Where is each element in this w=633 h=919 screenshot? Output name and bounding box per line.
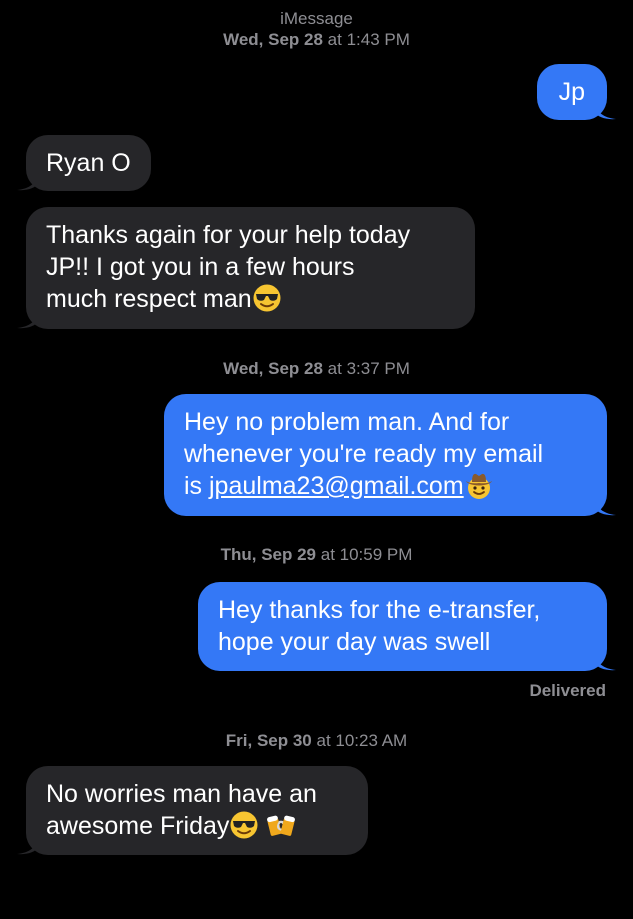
message-line: hope your day was swell	[218, 628, 491, 656]
outgoing-bubble-tail	[594, 102, 616, 120]
incoming-message-bubble[interactable]: No worries man have an awesome Friday	[26, 766, 368, 855]
message-line: Hey thanks for the e-transfer,	[218, 596, 541, 624]
message-line: Hey no problem man. And for	[184, 408, 510, 436]
message-line: Thanks again for your help today	[46, 221, 411, 249]
message-line: is jpaulma23@gmail.com	[184, 470, 587, 502]
incoming-message-bubble[interactable]: Ryan O	[26, 135, 151, 191]
outgoing-bubble-tail	[594, 498, 616, 516]
message-text: Jp	[558, 78, 585, 106]
outgoing-message-bubble[interactable]: Hey thanks for the e-transfer, hope your…	[198, 582, 607, 671]
message-line: No worries man have an	[46, 780, 317, 808]
email-link[interactable]: jpaulma23@gmail.com	[209, 472, 464, 500]
incoming-bubble-tail	[17, 311, 39, 329]
incoming-bubble-tail	[17, 837, 39, 855]
outgoing-bubble-tail	[594, 653, 616, 671]
smiling-face-with-sunglasses-emoji-icon	[230, 811, 258, 839]
message-text: Ryan O	[46, 149, 131, 177]
cowboy-hat-face-emoji-icon	[465, 473, 492, 499]
message-timestamp: Wed, Sep 28 at 3:37 PM	[223, 359, 410, 378]
message-timestamp: Fri, Sep 30 at 10:23 AM	[225, 731, 408, 750]
incoming-bubble-tail	[17, 173, 39, 191]
clinking-beer-mugs-emoji-icon	[267, 815, 296, 836]
smiling-face-with-sunglasses-emoji-icon	[253, 284, 281, 312]
message-timestamp: Thu, Sep 29 at 10:59 PM	[220, 545, 413, 564]
message-line: JP!! I got you in a few hours	[46, 253, 355, 281]
message-line: whenever you're ready my email	[184, 440, 544, 468]
message-line: much respect man	[46, 283, 455, 315]
message-line: awesome Friday	[46, 810, 348, 842]
outgoing-message-bubble[interactable]: Hey no problem man. And for whenever you…	[164, 394, 607, 516]
delivery-status: Delivered	[529, 681, 606, 700]
conversation-header: iMessage Wed, Sep 28 at 1:43 PM	[0, 8, 633, 50]
incoming-message-bubble[interactable]: Thanks again for your help today JP!! I …	[26, 207, 475, 329]
header-timestamp: Wed, Sep 28 at 1:43 PM	[223, 30, 410, 49]
service-label: iMessage	[280, 9, 353, 28]
